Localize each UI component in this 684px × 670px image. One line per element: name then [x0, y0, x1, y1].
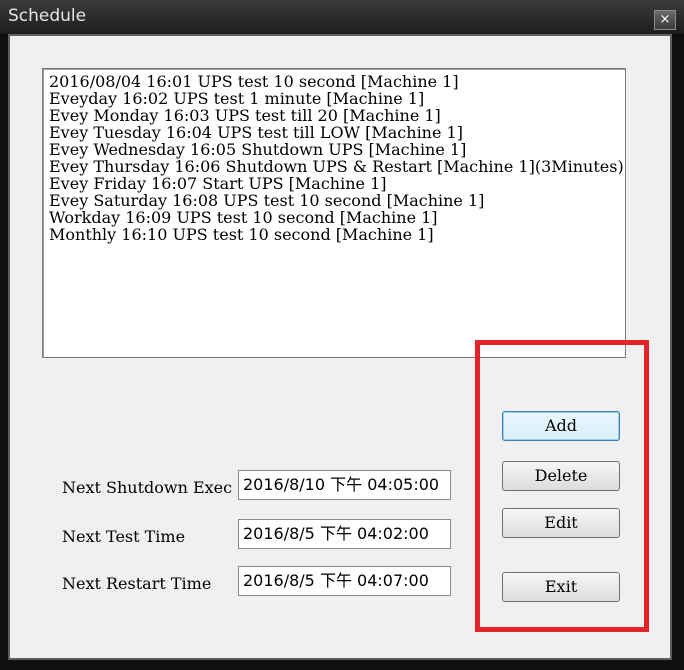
window-title: Schedule [8, 6, 87, 26]
next-test-field[interactable]: 2016/8/5 下午 04:02:00 [238, 519, 451, 549]
list-item[interactable]: Evey Thursday 16:06 Shutdown UPS & Resta… [43, 158, 625, 175]
exit-button[interactable]: Exit [502, 572, 620, 602]
next-restart-label: Next Restart Time [62, 574, 212, 593]
delete-button[interactable]: Delete [502, 461, 620, 491]
list-item[interactable]: Evey Friday 16:07 Start UPS [Machine 1] [43, 175, 625, 192]
list-item[interactable]: Evey Tuesday 16:04 UPS test till LOW [Ma… [43, 124, 625, 141]
schedule-list[interactable]: 2016/08/04 16:01 UPS test 10 second [Mac… [42, 68, 626, 358]
next-shutdown-label: Next Shutdown Exec [62, 478, 233, 497]
edit-button[interactable]: Edit [502, 508, 620, 538]
list-item[interactable]: Eveyday 16:02 UPS test 1 minute [Machine… [43, 90, 625, 107]
list-item[interactable]: Evey Wednesday 16:05 Shutdown UPS [Machi… [43, 141, 625, 158]
list-item[interactable]: Evey Monday 16:03 UPS test till 20 [Mach… [43, 107, 625, 124]
title-bar[interactable]: Schedule × [0, 0, 684, 34]
list-item[interactable]: Evey Saturday 16:08 UPS test 10 second [… [43, 192, 625, 209]
close-button[interactable]: × [654, 10, 676, 30]
close-icon: × [659, 12, 671, 27]
next-test-label: Next Test Time [62, 527, 186, 546]
schedule-window: Schedule × 2016/08/04 16:01 UPS test 10 … [0, 0, 684, 670]
list-item[interactable]: Workday 16:09 UPS test 10 second [Machin… [43, 209, 625, 226]
next-restart-field[interactable]: 2016/8/5 下午 04:07:00 [238, 566, 451, 596]
list-item[interactable]: 2016/08/04 16:01 UPS test 10 second [Mac… [43, 73, 625, 90]
next-shutdown-field[interactable]: 2016/8/10 下午 04:05:00 [238, 470, 451, 500]
add-button[interactable]: Add [502, 411, 620, 441]
list-item[interactable]: Monthly 16:10 UPS test 10 second [Machin… [43, 226, 625, 243]
